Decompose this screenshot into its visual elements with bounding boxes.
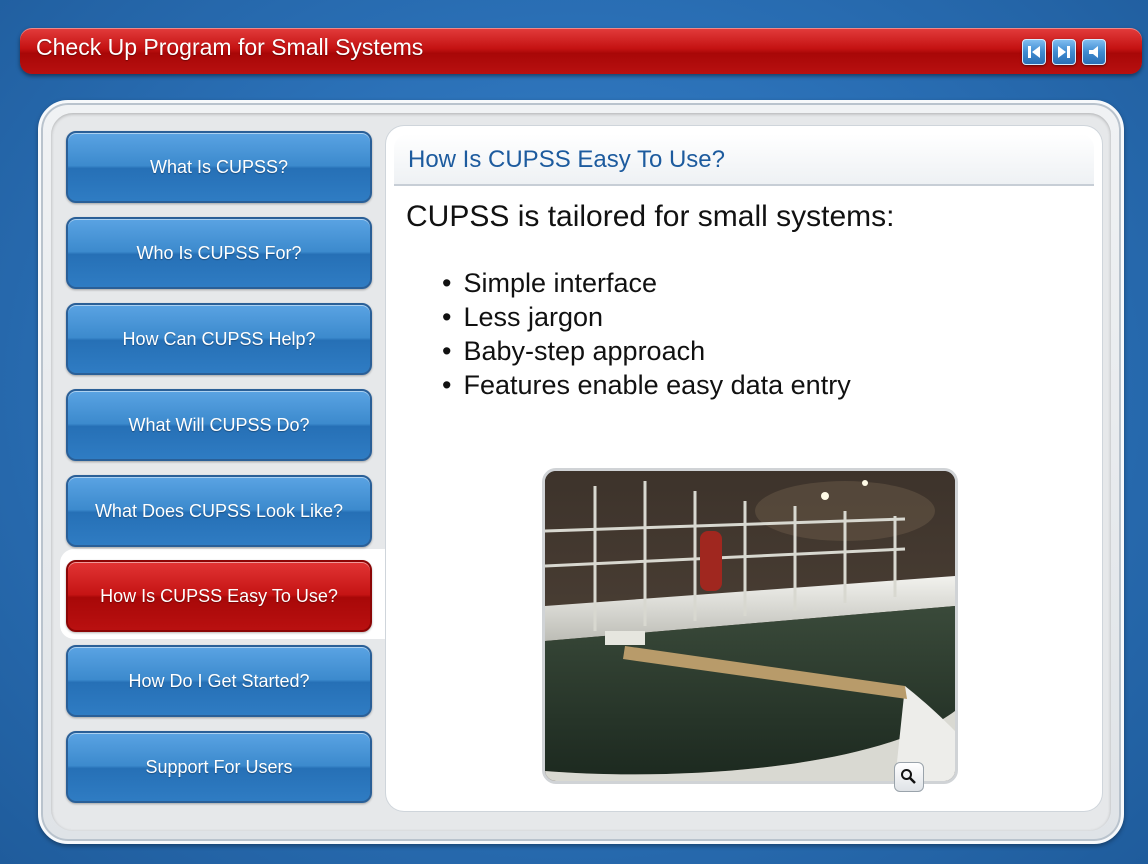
- photo-illustration: [545, 471, 955, 781]
- app-title: Check Up Program for Small Systems: [36, 34, 424, 60]
- nav-what-is-cupss[interactable]: What Is CUPSS?: [66, 131, 372, 203]
- nav-label: How Do I Get Started?: [128, 671, 310, 691]
- nav-label: How Can CUPSS Help?: [122, 329, 316, 349]
- audio-icon: [1089, 46, 1098, 58]
- nav-label: What Is CUPSS?: [149, 157, 289, 177]
- nav-how-is-cupss-easy-to-use[interactable]: How Is CUPSS Easy To Use?: [66, 560, 372, 632]
- nav-label: What Does CUPSS Look Like?: [94, 501, 344, 521]
- audio-button[interactable]: [1082, 39, 1106, 65]
- page-title: How Is CUPSS Easy To Use?: [408, 146, 726, 173]
- nav-who-is-cupss-for[interactable]: Who Is CUPSS For?: [66, 217, 372, 289]
- nav-what-will-cupss-do[interactable]: What Will CUPSS Do?: [66, 389, 372, 461]
- heading-bar: How Is CUPSS Easy To Use?: [394, 134, 1094, 186]
- forward-button[interactable]: [1052, 39, 1076, 65]
- subheading: CUPSS is tailored for small systems:: [406, 200, 895, 233]
- title-bar: Check Up Program for Small Systems: [20, 28, 1142, 74]
- content-panel: How Is CUPSS Easy To Use? CUPSS is tailo…: [386, 126, 1102, 811]
- water-tank-photo[interactable]: [542, 468, 958, 784]
- bullet-list: Simple interface Less jargon Baby-step a…: [442, 266, 851, 402]
- bullet-item: Less jargon: [442, 300, 851, 334]
- back-icon: [1028, 46, 1040, 58]
- nav-label: What Will CUPSS Do?: [128, 415, 310, 435]
- nav-label: Who Is CUPSS For?: [136, 243, 302, 263]
- forward-icon: [1058, 46, 1070, 58]
- bullet-item: Simple interface: [442, 266, 851, 300]
- magnifier-icon: [901, 769, 916, 784]
- back-button[interactable]: [1022, 39, 1046, 65]
- nav-label: Support For Users: [145, 757, 293, 777]
- nav-label: How Is CUPSS Easy To Use?: [100, 586, 338, 606]
- nav-what-does-cupss-look-like[interactable]: What Does CUPSS Look Like?: [66, 475, 372, 547]
- nav-support-for-users[interactable]: Support For Users: [66, 731, 372, 803]
- bullet-item: Baby-step approach: [442, 334, 851, 368]
- bullet-item: Features enable easy data entry: [442, 368, 850, 402]
- zoom-button[interactable]: [894, 762, 924, 792]
- nav-how-can-cupss-help[interactable]: How Can CUPSS Help?: [66, 303, 372, 375]
- nav-how-do-i-get-started[interactable]: How Do I Get Started?: [66, 645, 372, 717]
